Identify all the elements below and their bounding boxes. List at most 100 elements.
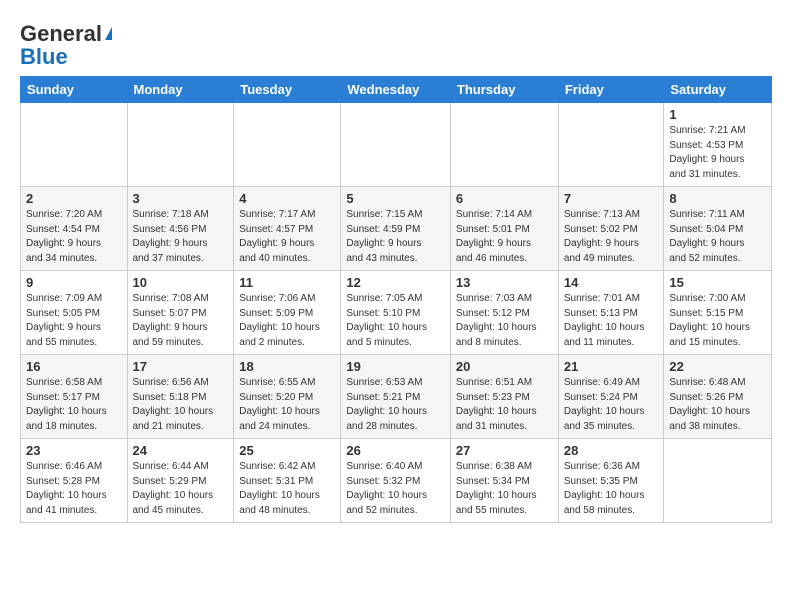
day-of-week-header: Sunday — [21, 77, 128, 103]
calendar-cell: 3Sunrise: 7:18 AM Sunset: 4:56 PM Daylig… — [127, 187, 234, 271]
calendar-cell: 4 Sunrise: 7:17 AM Sunset: 4:57 PM Daylig… — [234, 187, 341, 271]
calendar-cell: 23 Sunrise: 6:46 AM Sunset: 5:28 PM Dayli… — [21, 439, 128, 523]
calendar-cell — [234, 103, 341, 187]
calendar-cell — [664, 439, 772, 523]
calendar-cell: 17 Sunrise: 6:56 AM Sunset: 5:18 PM Dayli… — [127, 355, 234, 439]
day-of-week-header: Wednesday — [341, 77, 451, 103]
day-number: 2 — [26, 191, 122, 206]
day-info: Sunrise: 7:15 AM Sunset: 4:59 PM Dayligh… — [346, 208, 445, 266]
day-info: Sunrise: 7:14 AM Sunset: 5:01 PM Dayligh… — [456, 208, 553, 266]
calendar-cell: 16 Sunrise: 6:58 AM Sunset: 5:17 PM Dayli… — [21, 355, 128, 439]
day-number: 16 — [26, 359, 122, 374]
calendar-cell: 12 Sunrise: 7:05 AM Sunset: 5:10 PM Dayli… — [341, 271, 451, 355]
day-number: 10 — [133, 275, 229, 290]
day-number: 28 — [564, 443, 659, 458]
day-number: 22 — [669, 359, 766, 374]
day-info: Sunrise: 6:58 AM Sunset: 5:17 PM Dayligh… — [26, 376, 122, 434]
day-info: Sunrise: 7:13 AM Sunset: 5:02 PM Dayligh… — [564, 208, 659, 266]
logo-general: General — [20, 21, 102, 46]
calendar-cell: 15 Sunrise: 7:00 AM Sunset: 5:15 PM Dayli… — [664, 271, 772, 355]
day-info: Sunrise: 7:20 AM Sunset: 4:54 PM Dayligh… — [26, 208, 122, 266]
calendar-cell: 6 Sunrise: 7:14 AM Sunset: 5:01 PM Daylig… — [450, 187, 558, 271]
calendar: SundayMondayTuesdayWednesdayThursdayFrid… — [20, 76, 772, 523]
calendar-week-row: 23 Sunrise: 6:46 AM Sunset: 5:28 PM Dayli… — [21, 439, 772, 523]
day-number: 17 — [133, 359, 229, 374]
day-info: Sunrise: 7:01 AM Sunset: 5:13 PM Dayligh… — [564, 292, 659, 350]
day-info: Sunrise: 6:53 AM Sunset: 5:21 PM Dayligh… — [346, 376, 445, 434]
calendar-week-row: 9 Sunrise: 7:09 AM Sunset: 5:05 PM Daylig… — [21, 271, 772, 355]
calendar-cell: 21 Sunrise: 6:49 AM Sunset: 5:24 PM Dayli… — [558, 355, 664, 439]
calendar-cell: 1Sunrise: 7:21 AM Sunset: 4:53 PM Daylig… — [664, 103, 772, 187]
day-info: Sunrise: 6:49 AM Sunset: 5:24 PM Dayligh… — [564, 376, 659, 434]
day-number: 15 — [669, 275, 766, 290]
calendar-cell — [21, 103, 128, 187]
day-number: 8 — [669, 191, 766, 206]
calendar-week-row: 16 Sunrise: 6:58 AM Sunset: 5:17 PM Dayli… — [21, 355, 772, 439]
page: General Blue SundayMondayTuesdayWednesda… — [0, 0, 792, 541]
day-info: Sunrise: 7:06 AM Sunset: 5:09 PM Dayligh… — [239, 292, 335, 350]
day-info: Sunrise: 6:46 AM Sunset: 5:28 PM Dayligh… — [26, 460, 122, 518]
calendar-cell: 8 Sunrise: 7:11 AM Sunset: 5:04 PM Daylig… — [664, 187, 772, 271]
day-info: Sunrise: 6:42 AM Sunset: 5:31 PM Dayligh… — [239, 460, 335, 518]
day-number: 24 — [133, 443, 229, 458]
calendar-cell: 25 Sunrise: 6:42 AM Sunset: 5:31 PM Dayli… — [234, 439, 341, 523]
calendar-cell: 5 Sunrise: 7:15 AM Sunset: 4:59 PM Daylig… — [341, 187, 451, 271]
day-info: Sunrise: 7:05 AM Sunset: 5:10 PM Dayligh… — [346, 292, 445, 350]
calendar-week-row: 1Sunrise: 7:21 AM Sunset: 4:53 PM Daylig… — [21, 103, 772, 187]
day-number: 6 — [456, 191, 553, 206]
calendar-cell: 22 Sunrise: 6:48 AM Sunset: 5:26 PM Dayli… — [664, 355, 772, 439]
day-of-week-header: Monday — [127, 77, 234, 103]
calendar-cell: 20Sunrise: 6:51 AM Sunset: 5:23 PM Dayli… — [450, 355, 558, 439]
calendar-cell: 7 Sunrise: 7:13 AM Sunset: 5:02 PM Daylig… — [558, 187, 664, 271]
calendar-cell — [558, 103, 664, 187]
day-info: Sunrise: 6:36 AM Sunset: 5:35 PM Dayligh… — [564, 460, 659, 518]
day-number: 13 — [456, 275, 553, 290]
day-number: 4 — [239, 191, 335, 206]
calendar-cell — [450, 103, 558, 187]
day-number: 25 — [239, 443, 335, 458]
calendar-cell: 19Sunrise: 6:53 AM Sunset: 5:21 PM Dayli… — [341, 355, 451, 439]
day-number: 12 — [346, 275, 445, 290]
day-info: Sunrise: 7:09 AM Sunset: 5:05 PM Dayligh… — [26, 292, 122, 350]
calendar-cell: 28 Sunrise: 6:36 AM Sunset: 5:35 PM Dayli… — [558, 439, 664, 523]
calendar-header-row: SundayMondayTuesdayWednesdayThursdayFrid… — [21, 77, 772, 103]
header: General Blue — [20, 18, 772, 68]
calendar-week-row: 2 Sunrise: 7:20 AM Sunset: 4:54 PM Daylig… — [21, 187, 772, 271]
logo-text: General — [20, 22, 112, 46]
day-info: Sunrise: 7:17 AM Sunset: 4:57 PM Dayligh… — [239, 208, 335, 266]
calendar-cell: 27 Sunrise: 6:38 AM Sunset: 5:34 PM Dayli… — [450, 439, 558, 523]
day-number: 5 — [346, 191, 445, 206]
calendar-cell: 24 Sunrise: 6:44 AM Sunset: 5:29 PM Dayli… — [127, 439, 234, 523]
calendar-cell: 2 Sunrise: 7:20 AM Sunset: 4:54 PM Daylig… — [21, 187, 128, 271]
day-number: 26 — [346, 443, 445, 458]
day-number: 27 — [456, 443, 553, 458]
calendar-cell — [127, 103, 234, 187]
calendar-cell: 13Sunrise: 7:03 AM Sunset: 5:12 PM Dayli… — [450, 271, 558, 355]
day-info: Sunrise: 6:48 AM Sunset: 5:26 PM Dayligh… — [669, 376, 766, 434]
day-info: Sunrise: 6:44 AM Sunset: 5:29 PM Dayligh… — [133, 460, 229, 518]
day-of-week-header: Saturday — [664, 77, 772, 103]
day-info: Sunrise: 6:38 AM Sunset: 5:34 PM Dayligh… — [456, 460, 553, 518]
day-number: 14 — [564, 275, 659, 290]
calendar-cell: 11Sunrise: 7:06 AM Sunset: 5:09 PM Dayli… — [234, 271, 341, 355]
day-of-week-header: Friday — [558, 77, 664, 103]
day-number: 20 — [456, 359, 553, 374]
calendar-cell: 9 Sunrise: 7:09 AM Sunset: 5:05 PM Daylig… — [21, 271, 128, 355]
day-number: 9 — [26, 275, 122, 290]
calendar-cell — [341, 103, 451, 187]
day-info: Sunrise: 7:11 AM Sunset: 5:04 PM Dayligh… — [669, 208, 766, 266]
day-number: 23 — [26, 443, 122, 458]
logo: General Blue — [20, 22, 112, 68]
calendar-cell: 26 Sunrise: 6:40 AM Sunset: 5:32 PM Dayli… — [341, 439, 451, 523]
day-of-week-header: Thursday — [450, 77, 558, 103]
day-number: 18 — [239, 359, 335, 374]
day-info: Sunrise: 7:00 AM Sunset: 5:15 PM Dayligh… — [669, 292, 766, 350]
day-info: Sunrise: 6:56 AM Sunset: 5:18 PM Dayligh… — [133, 376, 229, 434]
day-info: Sunrise: 7:08 AM Sunset: 5:07 PM Dayligh… — [133, 292, 229, 350]
day-number: 3 — [133, 191, 229, 206]
day-number: 21 — [564, 359, 659, 374]
day-info: Sunrise: 6:40 AM Sunset: 5:32 PM Dayligh… — [346, 460, 445, 518]
calendar-cell: 10 Sunrise: 7:08 AM Sunset: 5:07 PM Dayli… — [127, 271, 234, 355]
day-info: Sunrise: 7:21 AM Sunset: 4:53 PM Dayligh… — [669, 124, 766, 182]
day-number: 7 — [564, 191, 659, 206]
